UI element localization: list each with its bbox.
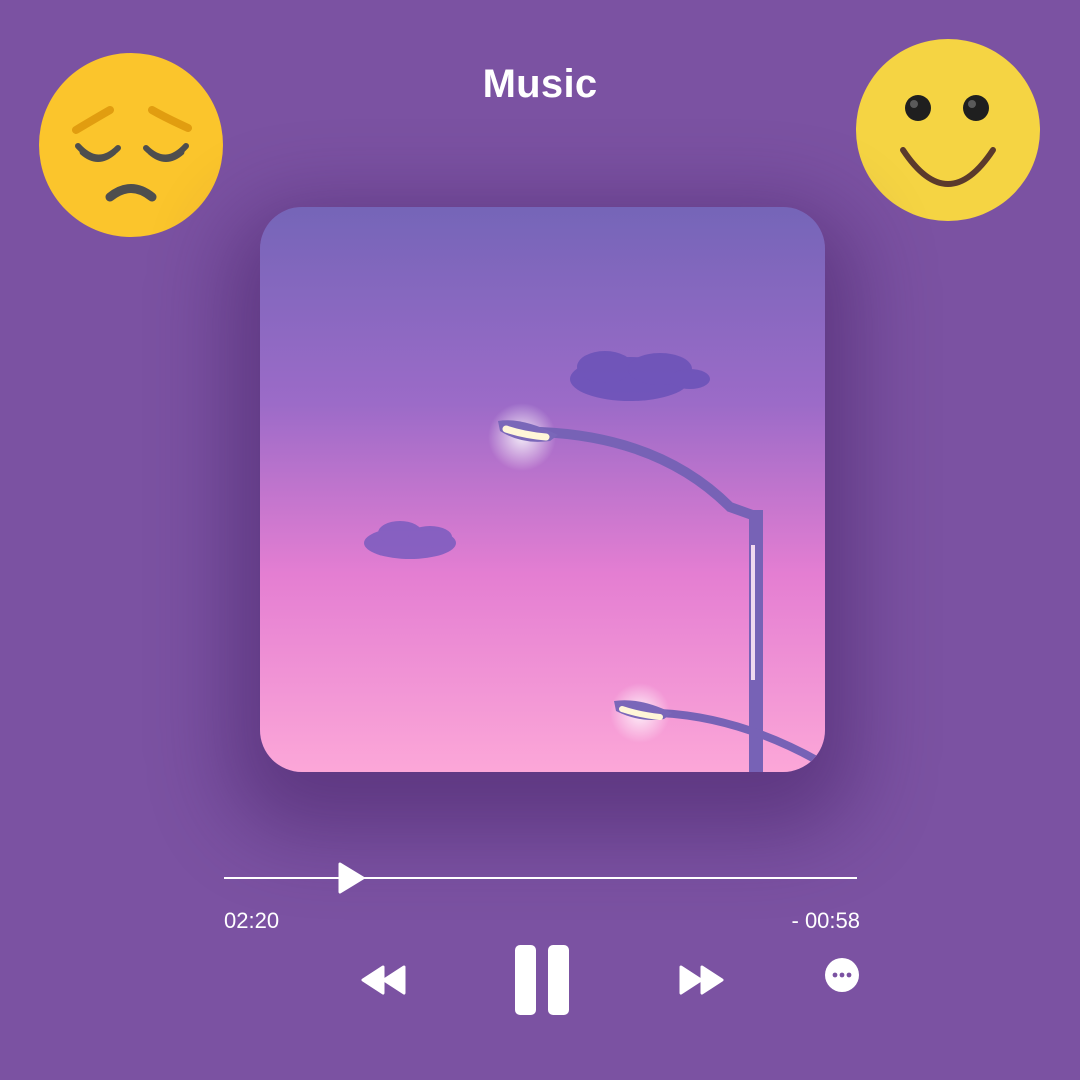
progress-scrubber-knob[interactable] xyxy=(337,862,365,894)
music-player-screen: Music 02:20 - 00:58 xyxy=(0,0,1080,1080)
pensive-face-icon xyxy=(38,52,224,238)
rewind-icon xyxy=(361,965,406,995)
progress-track[interactable] xyxy=(224,877,857,879)
more-options-icon xyxy=(825,958,859,992)
pause-icon xyxy=(515,945,569,1015)
remaining-time: - 00:58 xyxy=(791,908,861,933)
fast-forward-icon xyxy=(679,965,724,995)
pause-button[interactable] xyxy=(514,944,570,1016)
rewind-button[interactable] xyxy=(361,964,407,996)
playback-progress-bar[interactable] xyxy=(224,862,857,894)
fast-forward-button[interactable] xyxy=(678,964,724,996)
elapsed-time: 02:20 xyxy=(224,908,280,933)
album-artwork xyxy=(260,207,825,772)
smiling-face-icon xyxy=(855,38,1041,222)
more-options-button[interactable] xyxy=(824,957,860,993)
